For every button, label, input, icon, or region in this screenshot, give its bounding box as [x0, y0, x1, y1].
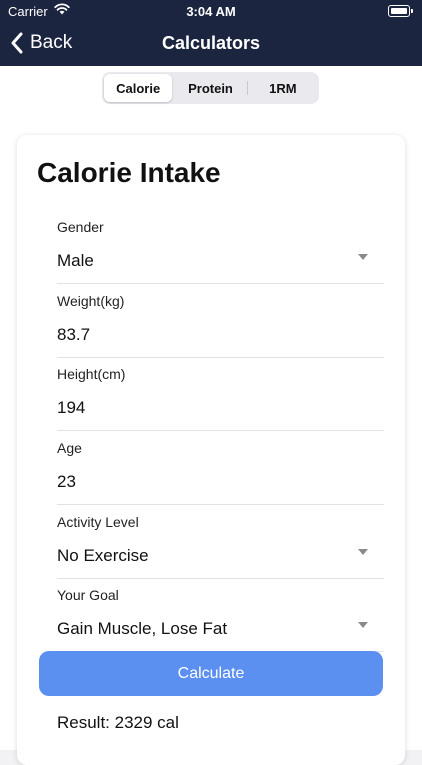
status-time: 3:04 AM	[186, 4, 236, 19]
status-bar: Carrier 3:04 AM	[0, 0, 422, 22]
gender-value: Male	[57, 251, 94, 270]
card-title: Calorie Intake	[37, 157, 221, 188]
main-content: Calorie Protein 1RM Calorie Intake Gende…	[0, 66, 422, 765]
gender-label: Gender	[57, 219, 104, 235]
result-text: Result: 2329 cal	[57, 713, 179, 732]
activity-level-select[interactable]: Activity Level No Exercise	[57, 505, 384, 579]
goal-select[interactable]: Your Goal Gain Muscle, Lose Fat	[57, 578, 384, 652]
page-title: Calculators	[161, 33, 261, 53]
activity-level-value: No Exercise	[57, 546, 149, 565]
navigation-bar: Carrier 3:04 AM Back Calculators	[0, 0, 422, 66]
caret-down-icon	[358, 622, 368, 628]
height-label: Height(cm)	[57, 366, 126, 382]
tab-protein[interactable]: Protein	[176, 74, 244, 102]
weight-label: Weight(kg)	[57, 293, 125, 309]
age-field[interactable]: Age 23	[57, 431, 384, 505]
tab-1rm[interactable]: 1RM	[246, 74, 317, 102]
caret-down-icon	[358, 254, 368, 260]
goal-label: Your Goal	[57, 587, 119, 603]
tab-calorie[interactable]: Calorie	[104, 74, 173, 102]
calculator-tabs: Calorie Protein 1RM	[102, 72, 319, 104]
age-value: 23	[57, 472, 76, 491]
gender-select[interactable]: Gender Male	[57, 210, 384, 284]
activity-level-label: Activity Level	[57, 514, 139, 530]
calculate-button[interactable]: Calculate	[39, 651, 383, 696]
caret-down-icon	[358, 549, 368, 555]
battery-icon	[388, 5, 413, 17]
calorie-intake-card: Calorie Intake Gender Male Weight(kg) 83…	[17, 135, 405, 765]
goal-value: Gain Muscle, Lose Fat	[57, 619, 228, 638]
age-label: Age	[57, 440, 82, 456]
height-value: 194	[57, 398, 86, 417]
height-field[interactable]: Height(cm) 194	[57, 357, 384, 431]
weight-value: 83.7	[57, 325, 91, 344]
weight-field[interactable]: Weight(kg) 83.7	[57, 284, 384, 358]
